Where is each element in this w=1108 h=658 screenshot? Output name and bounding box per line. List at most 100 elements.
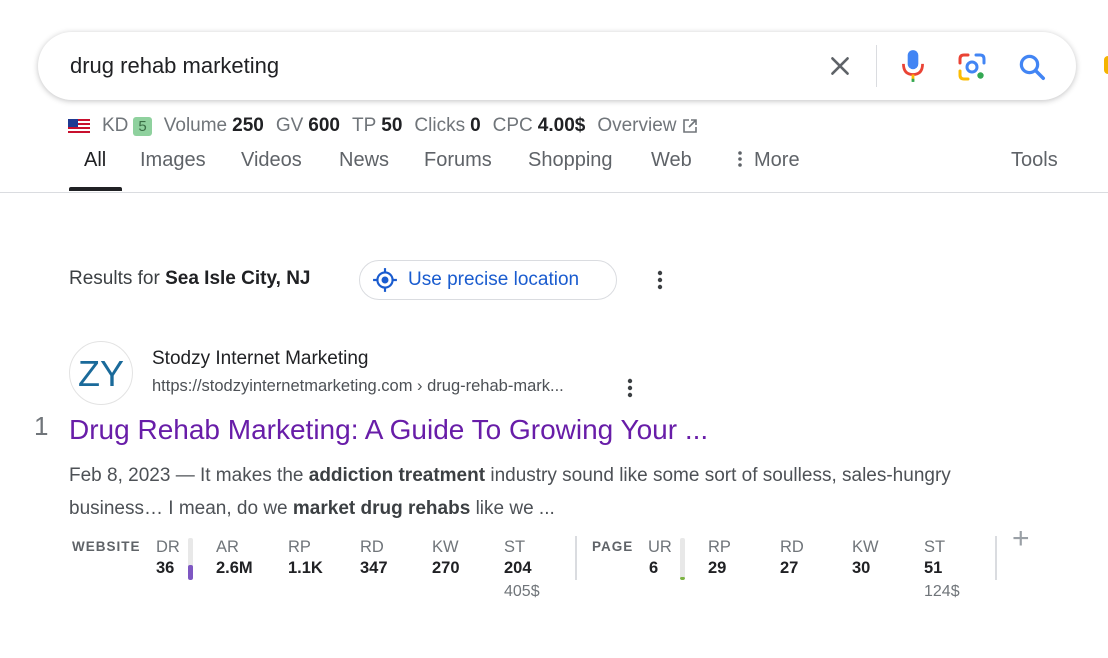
metric-label: UR — [648, 538, 672, 556]
voice-search-button[interactable] — [896, 48, 930, 84]
tab-forums[interactable]: Forums — [424, 149, 492, 172]
metric-label: KW — [852, 538, 879, 556]
metric-rd-page[interactable]: RD 27 — [780, 538, 804, 578]
metric-st-page[interactable]: ST 51 124$ — [924, 538, 960, 601]
result-site-name[interactable]: Stodzy Internet Marketing — [152, 348, 369, 370]
use-precise-location-button[interactable]: Use precise location — [359, 260, 617, 300]
site-favicon[interactable]: ZY — [69, 341, 133, 405]
metrics-divider — [575, 536, 577, 580]
metric-label: DR — [156, 538, 180, 556]
active-tab-indicator — [69, 187, 122, 191]
metric-label: RD — [780, 538, 804, 556]
tab-more-label: More — [754, 149, 800, 171]
location-place: Sea Isle City, NJ — [165, 268, 311, 289]
tab-videos[interactable]: Videos — [241, 149, 302, 172]
metric-value: 2.6M — [216, 559, 253, 577]
metric-sub-value: 124$ — [924, 583, 960, 600]
clear-search-button[interactable] — [824, 50, 856, 82]
add-metrics-button[interactable]: + — [1012, 524, 1034, 554]
tools-button[interactable]: Tools — [1011, 149, 1058, 172]
metric-value: 30 — [852, 559, 871, 577]
cpc-label: CPC — [492, 115, 533, 136]
metric-ur[interactable]: UR 6 — [648, 538, 672, 578]
kd-badge: 5 — [133, 116, 152, 136]
metrics-divider — [995, 536, 997, 580]
external-link-icon — [682, 119, 697, 133]
metric-value: 36 — [156, 559, 175, 577]
close-icon — [831, 57, 849, 75]
cpc-value: 4.00$ — [537, 115, 586, 136]
profile-edge-indicator — [1104, 56, 1108, 74]
favicon-text: ZY — [78, 353, 124, 393]
metric-kw-page[interactable]: KW 30 — [852, 538, 879, 578]
metric-value: 6 — [649, 559, 659, 577]
tab-images[interactable]: Images — [140, 149, 206, 172]
snippet-highlight: addiction treatment — [308, 465, 486, 486]
vertical-dots-icon — [627, 378, 633, 398]
ur-bar — [680, 538, 685, 580]
search-icon — [1019, 54, 1045, 80]
search-tabs: All Images Videos News Forums Shopping W… — [0, 140, 1108, 193]
location-prefix: Results for — [69, 268, 166, 289]
image-search-button[interactable] — [954, 49, 990, 85]
overview-label: Overview — [597, 115, 677, 136]
snippet-text: like we ... — [470, 498, 555, 519]
metric-sub-value: 405$ — [504, 583, 540, 600]
result-more-options-button[interactable] — [620, 374, 640, 402]
volume-value: 250 — [232, 115, 264, 136]
metric-label: AR — [216, 538, 239, 556]
result-snippet: Feb 8, 2023 — It makes the addiction tre… — [69, 459, 999, 525]
tab-shopping[interactable]: Shopping — [528, 149, 613, 172]
location-target-icon — [373, 268, 397, 292]
metric-value: 1.1K — [288, 559, 323, 577]
metric-dr[interactable]: DR 36 — [156, 538, 180, 578]
metric-value: 347 — [360, 559, 388, 577]
dr-bar-fill — [188, 565, 193, 580]
overview-link[interactable]: Overview — [597, 115, 697, 137]
tab-more[interactable]: More — [736, 149, 800, 172]
metric-kw-site[interactable]: KW 270 — [432, 538, 460, 578]
search-input[interactable]: drug rehab marketing — [70, 53, 279, 79]
search-box-divider — [876, 45, 877, 87]
metric-label: KW — [432, 538, 459, 556]
us-flag-icon — [68, 119, 90, 133]
metric-label: ST — [924, 538, 946, 556]
tp-label: TP — [351, 115, 377, 136]
metric-value: 27 — [780, 559, 799, 577]
results-location: Results for Sea Isle City, NJ — [69, 268, 310, 290]
metric-label: ST — [504, 538, 526, 556]
metric-label: RP — [288, 538, 311, 556]
metric-rd-site[interactable]: RD 347 — [360, 538, 388, 578]
gv-value: 600 — [308, 115, 340, 136]
search-button[interactable] — [1014, 49, 1050, 85]
result-title-link[interactable]: Drug Rehab Marketing: A Guide To Growing… — [69, 414, 708, 446]
tab-web[interactable]: Web — [651, 149, 692, 172]
clicks-value: 0 — [470, 115, 481, 136]
metric-ar[interactable]: AR 2.6M — [216, 538, 253, 578]
camera-lens-icon — [958, 53, 986, 81]
metric-rp-page[interactable]: RP 29 — [708, 538, 731, 578]
result-rank: 1 — [34, 411, 49, 441]
metric-label: RP — [708, 538, 731, 556]
keyword-metrics-bar: KD 5 Volume 250 GV 600 TP 50 Clicks 0 CP… — [68, 114, 698, 138]
vertical-dots-icon — [657, 270, 663, 290]
precise-location-label: Use precise location — [408, 269, 580, 290]
clicks-label: Clicks — [414, 115, 466, 136]
vertical-dots-icon — [738, 151, 742, 167]
search-box[interactable]: drug rehab marketing — [38, 32, 1076, 100]
tab-all[interactable]: All — [84, 149, 106, 172]
gv-label: GV — [275, 115, 304, 136]
tab-news[interactable]: News — [339, 149, 389, 172]
metric-rp-site[interactable]: RP 1.1K — [288, 538, 323, 578]
location-more-options-button[interactable] — [650, 265, 670, 295]
volume-label: Volume — [163, 115, 228, 136]
ur-bar-fill — [680, 577, 685, 580]
metric-value: 51 — [924, 559, 943, 577]
result-url[interactable]: https://stodzyinternetmarketing.com › dr… — [152, 377, 564, 396]
snippet-highlight: market drug rehabs — [292, 498, 471, 519]
kd-label: KD — [102, 115, 129, 136]
metric-value: 270 — [432, 559, 460, 577]
metric-label: RD — [360, 538, 384, 556]
metric-value: 204 — [504, 559, 532, 577]
metric-st-site[interactable]: ST 204 405$ — [504, 538, 540, 601]
